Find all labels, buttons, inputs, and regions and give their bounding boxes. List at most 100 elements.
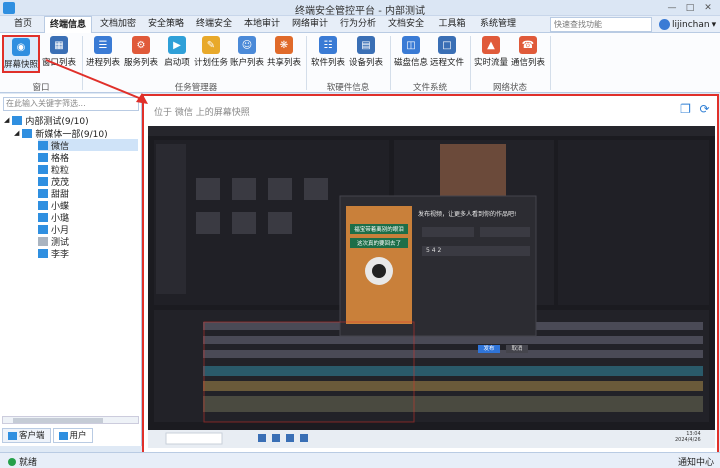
scheduled-task-label: 计划任务 — [194, 58, 229, 68]
tree-member-node[interactable]: 小蝶 — [38, 199, 69, 212]
panel-bottom-tabs: 客户端 用户 — [2, 428, 140, 444]
startup-icon: ▶ — [168, 36, 186, 54]
tree-member-node[interactable]: 微信 — [38, 139, 138, 152]
account-list-button[interactable]: ☺ 账户列表 — [230, 35, 264, 73]
tab-terminal-info[interactable]: 终端信息 — [44, 16, 92, 34]
computer-icon — [38, 140, 48, 150]
scheduled-task-button[interactable]: ✎ 计划任务 — [194, 35, 228, 73]
snapshot-actions: ❐ ⟳ — [679, 103, 711, 116]
tab-behavior-analysis[interactable]: 行为分析 — [334, 16, 382, 33]
computer-offline-icon — [38, 236, 48, 246]
scheduled-task-icon: ✎ — [202, 36, 220, 54]
tree-member-node[interactable]: 格格 — [38, 151, 69, 164]
window-title: 终端安全管控平台 - 内部测试 — [295, 6, 425, 17]
chevron-down-icon: ▾ — [711, 19, 717, 30]
tree-horizontal-scrollbar[interactable] — [2, 416, 139, 424]
disk-info-button[interactable]: ◫ 磁盘信息 — [394, 35, 428, 73]
startup-button[interactable]: ▶ 启动项 — [160, 35, 194, 73]
tree-member-node[interactable]: 小璐 — [38, 211, 69, 224]
computer-icon — [38, 200, 48, 210]
tree-root-node[interactable]: ◢ 内部测试(9/10) — [4, 114, 89, 127]
close-icon[interactable]: ✕ — [700, 1, 716, 14]
tab-doc-security[interactable]: 文档安全 — [382, 16, 430, 33]
tab-users[interactable]: 用户 — [52, 428, 93, 443]
screen-snapshot-label: 屏幕快照 — [4, 60, 39, 70]
menu-tabs: 首页 终端信息 文档加密 安全策略 终端安全 本地审计 网络审计 行为分析 文档… — [0, 16, 720, 34]
remote-file-label: 远程文件 — [430, 58, 465, 68]
tab-users-label: 用户 — [69, 430, 87, 441]
snapshot-heading: 位于 微信 上的屏幕快照 — [154, 108, 250, 118]
tab-toolbox[interactable]: 工具箱 — [430, 16, 474, 33]
feature-search-input[interactable]: 快速查找功能 — [550, 17, 652, 32]
refresh-icon[interactable]: ⟳ — [698, 103, 711, 116]
collapse-icon[interactable]: ◢ — [14, 129, 19, 137]
tab-terminal-security[interactable]: 终端安全 — [190, 16, 238, 33]
tree-member-label: 李李 — [51, 249, 70, 260]
computer-icon — [38, 152, 48, 162]
ribbon-divider — [550, 36, 551, 90]
status-ok-icon — [8, 457, 16, 466]
tree-member-node[interactable]: 茂茂 — [38, 175, 69, 188]
remote-file-button[interactable]: □ 远程文件 — [430, 35, 464, 73]
tab-clients-label: 客户端 — [19, 430, 45, 441]
comm-list-button[interactable]: ☎ 通信列表 — [511, 35, 545, 73]
snapshot-panel: 位于 微信 上的屏幕快照 ❐ ⟳ 发布视频，让更多人看到你的作品吧! 福宝带着离… — [142, 94, 719, 454]
maximize-icon[interactable]: □ — [682, 1, 698, 14]
computer-icon — [38, 224, 48, 234]
tab-network-audit[interactable]: 网络审计 — [286, 16, 334, 33]
poster-line2: 这次真的要回去了 — [356, 241, 401, 247]
share-list-label: 共享列表 — [267, 58, 302, 68]
comm-list-label: 通信列表 — [511, 58, 546, 68]
user-menu[interactable]: lijinchan ▾ — [659, 17, 716, 32]
account-list-label: 账户列表 — [230, 58, 265, 68]
group-icon — [12, 115, 23, 125]
tab-local-audit[interactable]: 本地审计 — [238, 16, 286, 33]
software-list-button[interactable]: ☷ 软件列表 — [311, 35, 345, 73]
computer-icon — [38, 176, 48, 186]
tree-member-node[interactable]: 粒粒 — [38, 163, 69, 176]
tab-clients[interactable]: 客户端 — [2, 428, 51, 443]
disk-info-label: 磁盘信息 — [394, 58, 429, 68]
group-label-software-hardware: 软硬件信息 — [326, 83, 370, 93]
tree-group-node[interactable]: ◢ 新媒体一部(9/10) — [14, 127, 108, 140]
realtime-traffic-button[interactable]: ▲ 实时流量 — [474, 35, 508, 73]
minimize-icon[interactable]: — — [664, 1, 680, 14]
disk-icon: ◫ — [402, 36, 420, 54]
tree-member-node[interactable]: 小月 — [38, 223, 69, 236]
screenshot-drawing — [148, 126, 715, 448]
tree-member-node[interactable]: 测试 — [38, 235, 69, 248]
process-list-icon: ☰ — [94, 36, 112, 54]
screen-snapshot-button[interactable]: ◉ 屏幕快照 — [2, 35, 40, 73]
scrollbar-thumb[interactable] — [13, 418, 103, 423]
notification-center-button[interactable]: 通知中心 — [678, 455, 714, 468]
device-list-icon: ▤ — [357, 36, 375, 54]
service-list-icon: ⚙ — [132, 36, 150, 54]
status-ready: 就绪 — [8, 455, 37, 468]
software-list-label: 软件列表 — [311, 58, 346, 68]
title-bar: 终端安全管控平台 - 内部测试 — □ ✕ — [0, 0, 720, 17]
device-list-label: 设备列表 — [349, 58, 384, 68]
username: lijinchan — [672, 19, 710, 30]
user-icon — [58, 431, 68, 440]
window-list-icon: ▦ — [50, 36, 68, 54]
traffic-chart-icon: ▲ — [482, 36, 500, 54]
tab-home[interactable]: 首页 — [4, 16, 42, 33]
tab-doc-encrypt[interactable]: 文档加密 — [94, 16, 142, 33]
tree-member-node[interactable]: 李李 — [38, 247, 70, 260]
share-list-button[interactable]: ❋ 共享列表 — [267, 35, 301, 73]
dialog-title: 发布视频，让更多人看到你的作品吧! — [418, 211, 517, 218]
remote-file-icon: □ — [438, 36, 456, 54]
remote-cancel-button: 取消 — [511, 346, 523, 352]
computer-icon — [38, 188, 48, 198]
collapse-icon[interactable]: ◢ — [4, 116, 9, 124]
tab-system-management[interactable]: 系统管理 — [474, 16, 522, 33]
tree-member-node[interactable]: 甜甜 — [38, 187, 69, 200]
device-list-button[interactable]: ▤ 设备列表 — [349, 35, 383, 73]
tab-security-policy[interactable]: 安全策略 — [142, 16, 190, 33]
remote-screenshot-image: 发布视频，让更多人看到你的作品吧! 福宝带着离别的眼泪 这次真的要回去了 5 4… — [148, 126, 715, 448]
camera-icon: ◉ — [12, 38, 30, 56]
copy-icon[interactable]: ❐ — [679, 103, 692, 116]
phone-icon: ☎ — [519, 36, 537, 54]
status-text: 就绪 — [19, 458, 38, 468]
realtime-traffic-label: 实时流量 — [474, 58, 509, 68]
